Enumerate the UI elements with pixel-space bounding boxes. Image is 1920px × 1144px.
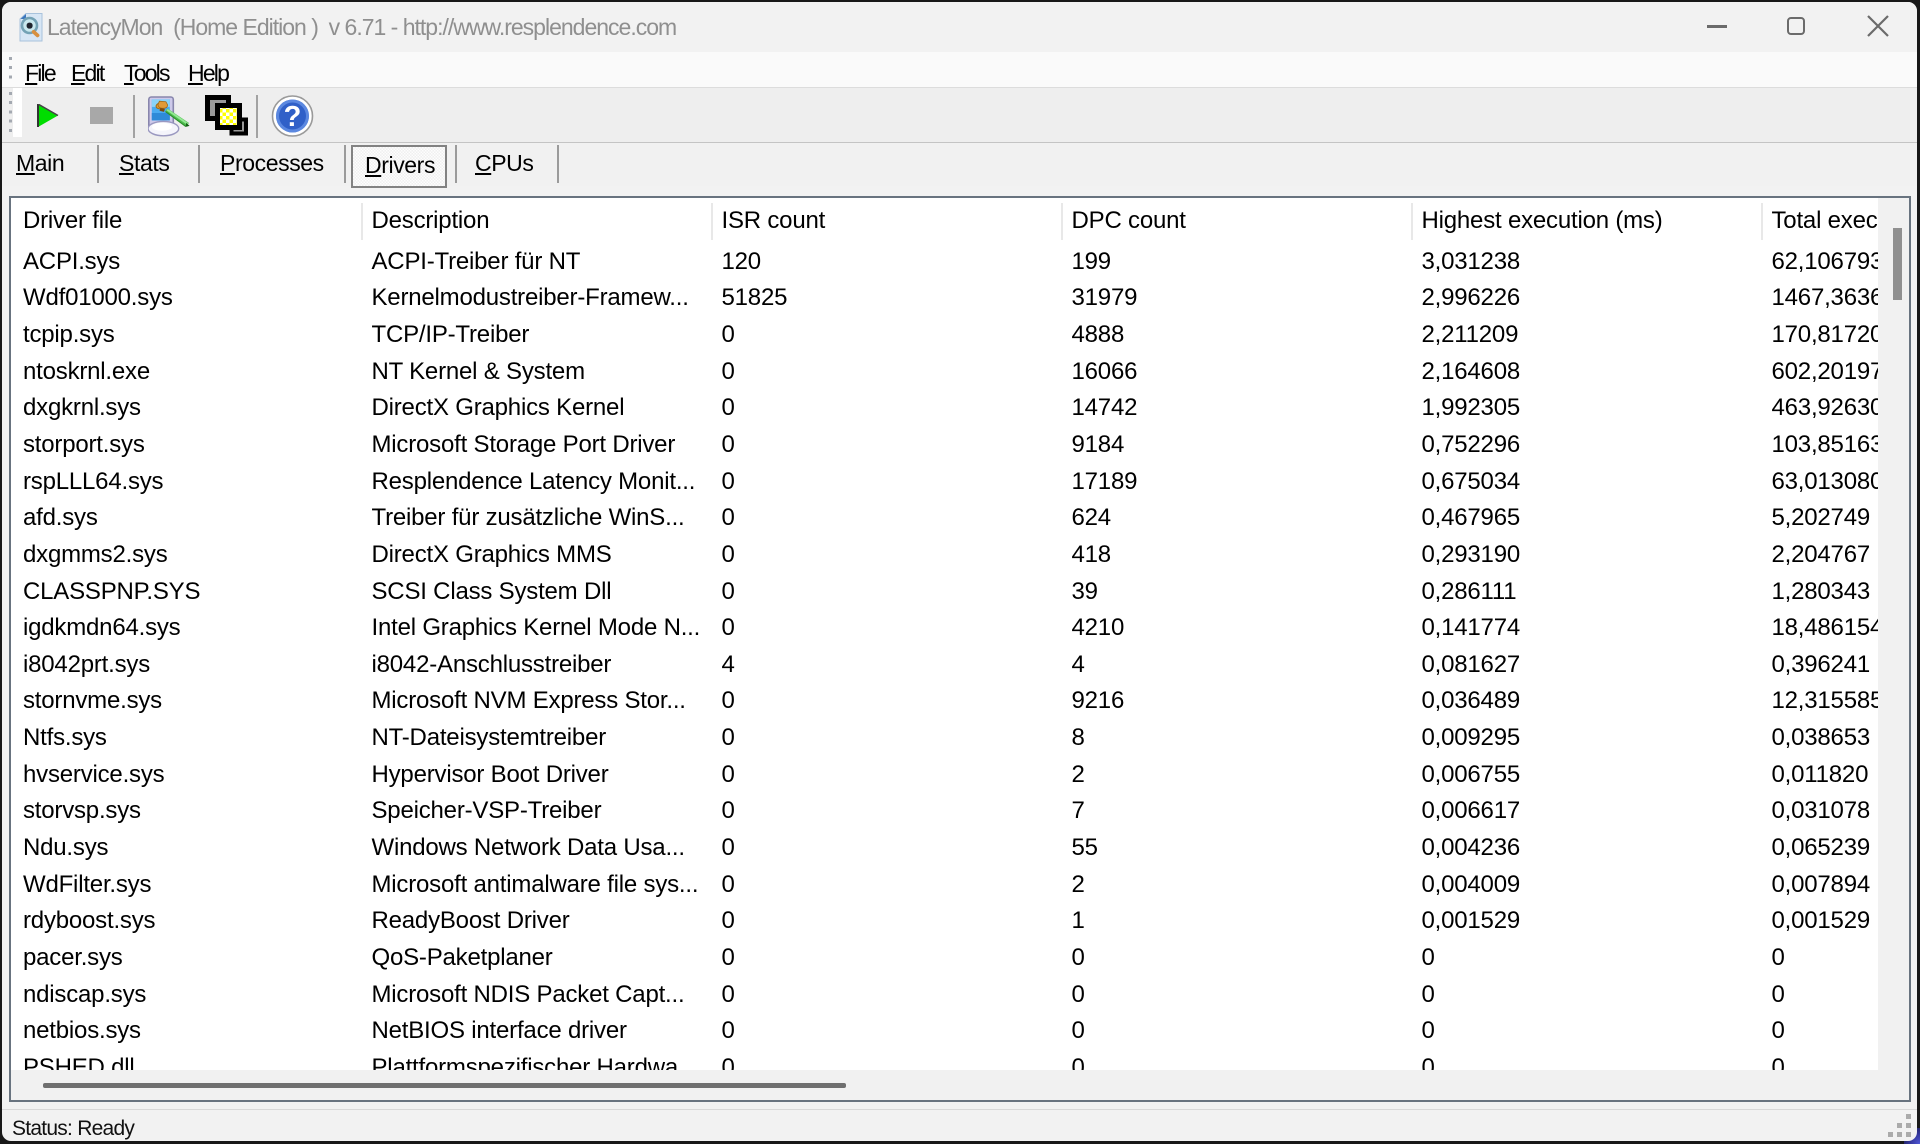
svg-text:?: ?: [284, 101, 302, 133]
